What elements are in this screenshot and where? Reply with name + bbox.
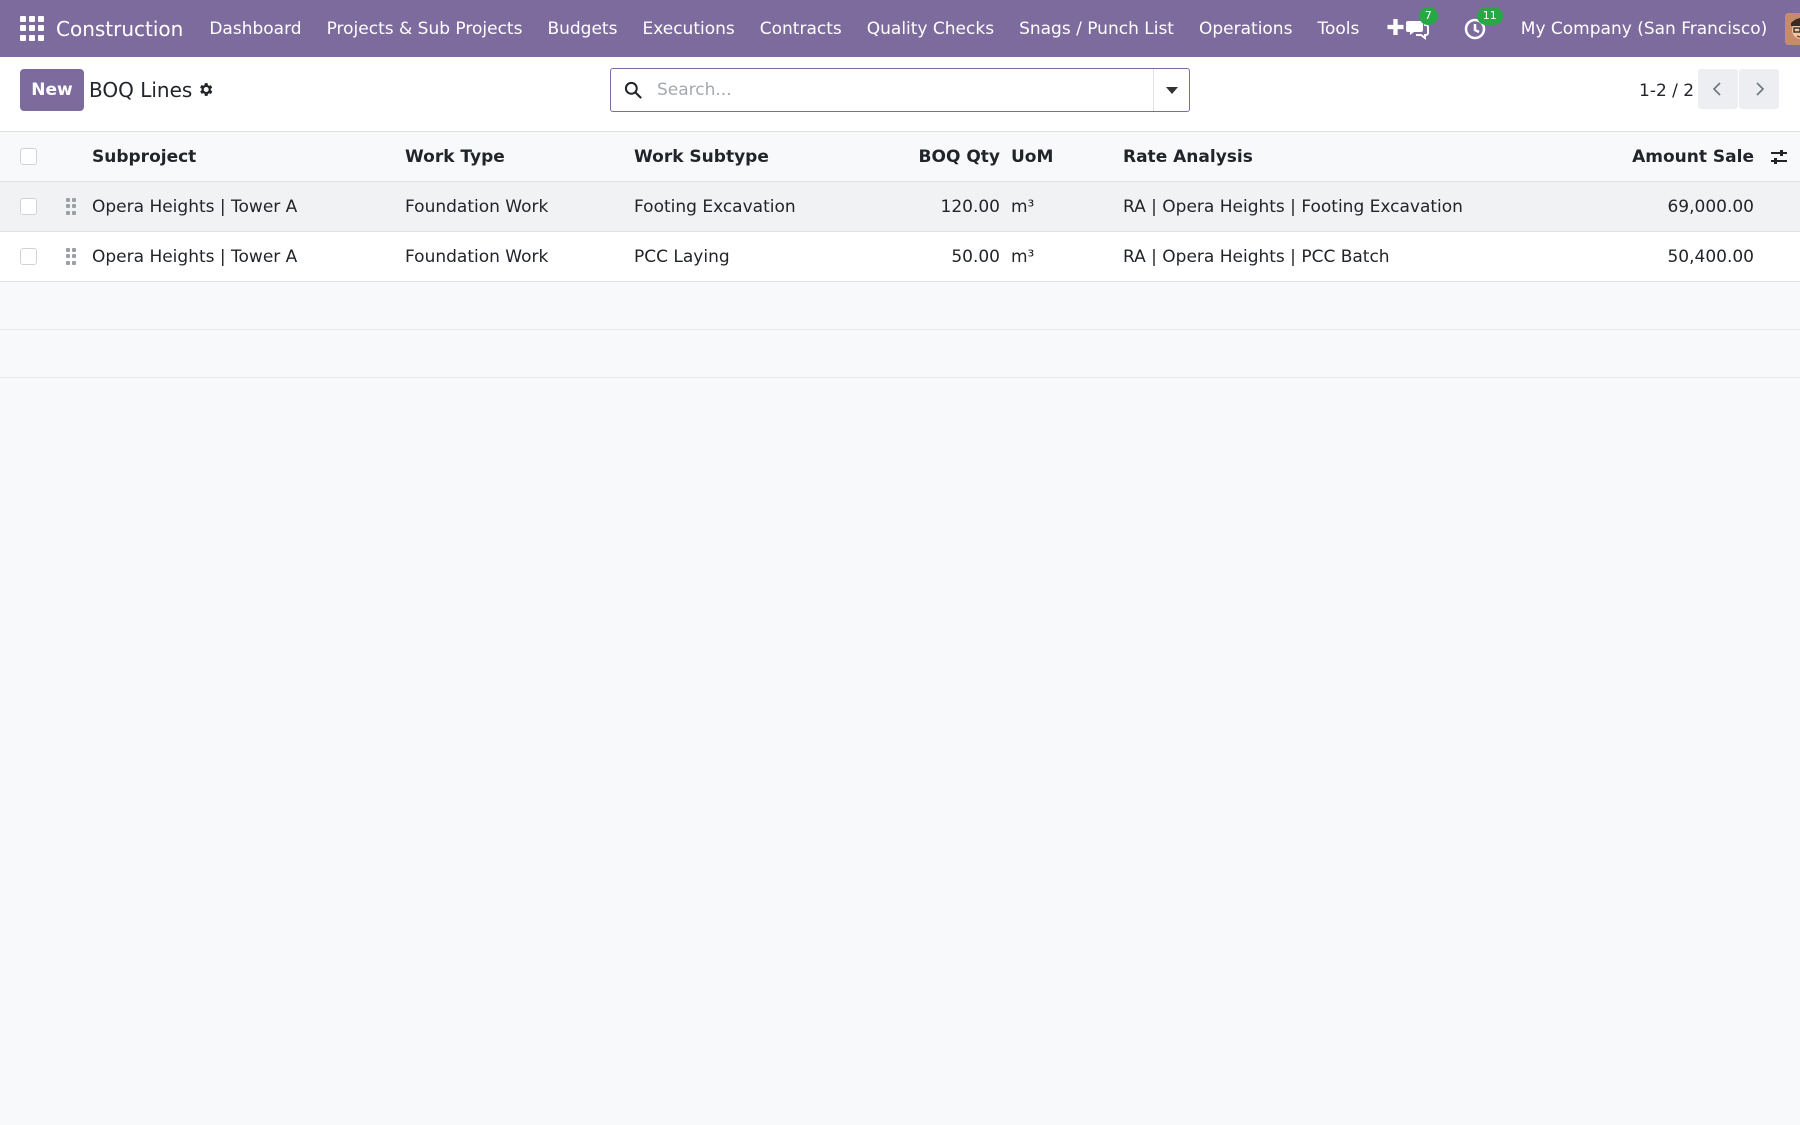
menu-operations[interactable]: Operations — [1199, 19, 1292, 39]
table-row[interactable]: Opera Heights | Tower A Foundation Work … — [0, 232, 1800, 282]
page-title: BOQ Lines — [89, 78, 193, 102]
empty-row — [0, 282, 1800, 330]
cell-work-subtype: PCC Laying — [634, 246, 730, 267]
menu-dashboard[interactable]: Dashboard — [209, 19, 301, 39]
column-header-boq-qty[interactable]: BOQ Qty — [870, 147, 1000, 167]
table-header-row: Subproject Work Type Work Subtype BOQ Qt… — [0, 132, 1800, 182]
table-row[interactable]: Opera Heights | Tower A Foundation Work … — [0, 182, 1800, 232]
column-header-amount-sale[interactable]: Amount Sale — [1580, 147, 1754, 167]
menu-budgets[interactable]: Budgets — [547, 19, 617, 39]
new-button[interactable]: New — [20, 69, 84, 111]
messages-button[interactable]: 7 — [1405, 6, 1438, 41]
cell-subproject: Opera Heights | Tower A — [92, 196, 298, 217]
user-avatar[interactable] — [1785, 12, 1800, 45]
cell-uom: m³ — [1011, 196, 1035, 217]
plus-icon[interactable]: ✚ — [1386, 16, 1404, 41]
chevron-right-icon — [1756, 82, 1765, 96]
cell-boq-qty: 120.00 — [940, 196, 1000, 217]
search-input[interactable] — [657, 80, 1153, 100]
menu-executions[interactable]: Executions — [642, 19, 734, 39]
cell-rate-analysis: RA | Opera Heights | Footing Excavation — [1123, 196, 1463, 217]
select-all-checkbox[interactable] — [20, 148, 37, 165]
column-header-work-subtype[interactable]: Work Subtype — [634, 147, 769, 167]
drag-handle-icon[interactable] — [66, 247, 76, 266]
gear-icon[interactable] — [197, 81, 214, 98]
cell-amount-sale: 50,400.00 — [1667, 246, 1754, 267]
menu-contracts[interactable]: Contracts — [760, 19, 842, 39]
menu-projects[interactable]: Projects & Sub Projects — [327, 19, 523, 39]
search-bar — [610, 68, 1190, 112]
control-panel: New BOQ Lines 1-2 / 2 — [0, 57, 1800, 132]
cell-rate-analysis: RA | Opera Heights | PCC Batch — [1123, 246, 1390, 267]
pager-next-button[interactable] — [1739, 69, 1779, 109]
column-header-rate-analysis[interactable]: Rate Analysis — [1123, 147, 1253, 167]
drag-handle-icon[interactable] — [66, 197, 76, 216]
menu-snags[interactable]: Snags / Punch List — [1019, 19, 1174, 39]
menu-quality-checks[interactable]: Quality Checks — [867, 19, 994, 39]
messages-badge: 7 — [1418, 6, 1438, 25]
cell-work-subtype: Footing Excavation — [634, 196, 796, 217]
activities-badge: 11 — [1476, 6, 1503, 25]
boq-lines-table: Subproject Work Type Work Subtype BOQ Qt… — [0, 132, 1800, 378]
chevron-left-icon — [1712, 82, 1721, 96]
cell-boq-qty: 50.00 — [951, 246, 1000, 267]
cell-amount-sale: 69,000.00 — [1667, 196, 1754, 217]
pager-previous-button[interactable] — [1698, 69, 1738, 109]
avatar-face-icon — [1785, 12, 1800, 45]
top-navbar: Construction Dashboard Projects & Sub Pr… — [0, 0, 1800, 57]
column-header-work-type[interactable]: Work Type — [405, 147, 505, 167]
app-brand[interactable]: Construction — [56, 17, 183, 41]
empty-row — [0, 330, 1800, 378]
menu-tools[interactable]: Tools — [1317, 19, 1359, 39]
caret-down-icon — [1165, 86, 1178, 94]
row-checkbox[interactable] — [20, 248, 37, 265]
pager-value[interactable]: 1-2 / 2 — [1639, 81, 1694, 101]
cell-subproject: Opera Heights | Tower A — [92, 246, 298, 267]
cell-uom: m³ — [1011, 246, 1035, 267]
cell-work-type: Foundation Work — [405, 196, 549, 217]
activities-button[interactable]: 11 — [1463, 6, 1503, 41]
apps-menu-icon[interactable] — [20, 15, 44, 42]
row-checkbox[interactable] — [20, 198, 37, 215]
search-icon — [624, 81, 642, 99]
company-switcher[interactable]: My Company (San Francisco) — [1521, 19, 1767, 39]
cell-work-type: Foundation Work — [405, 246, 549, 267]
column-header-subproject[interactable]: Subproject — [92, 147, 196, 167]
optional-columns-icon[interactable] — [1769, 147, 1789, 167]
column-header-uom[interactable]: UoM — [1011, 147, 1053, 167]
search-options-toggle[interactable] — [1153, 69, 1189, 111]
